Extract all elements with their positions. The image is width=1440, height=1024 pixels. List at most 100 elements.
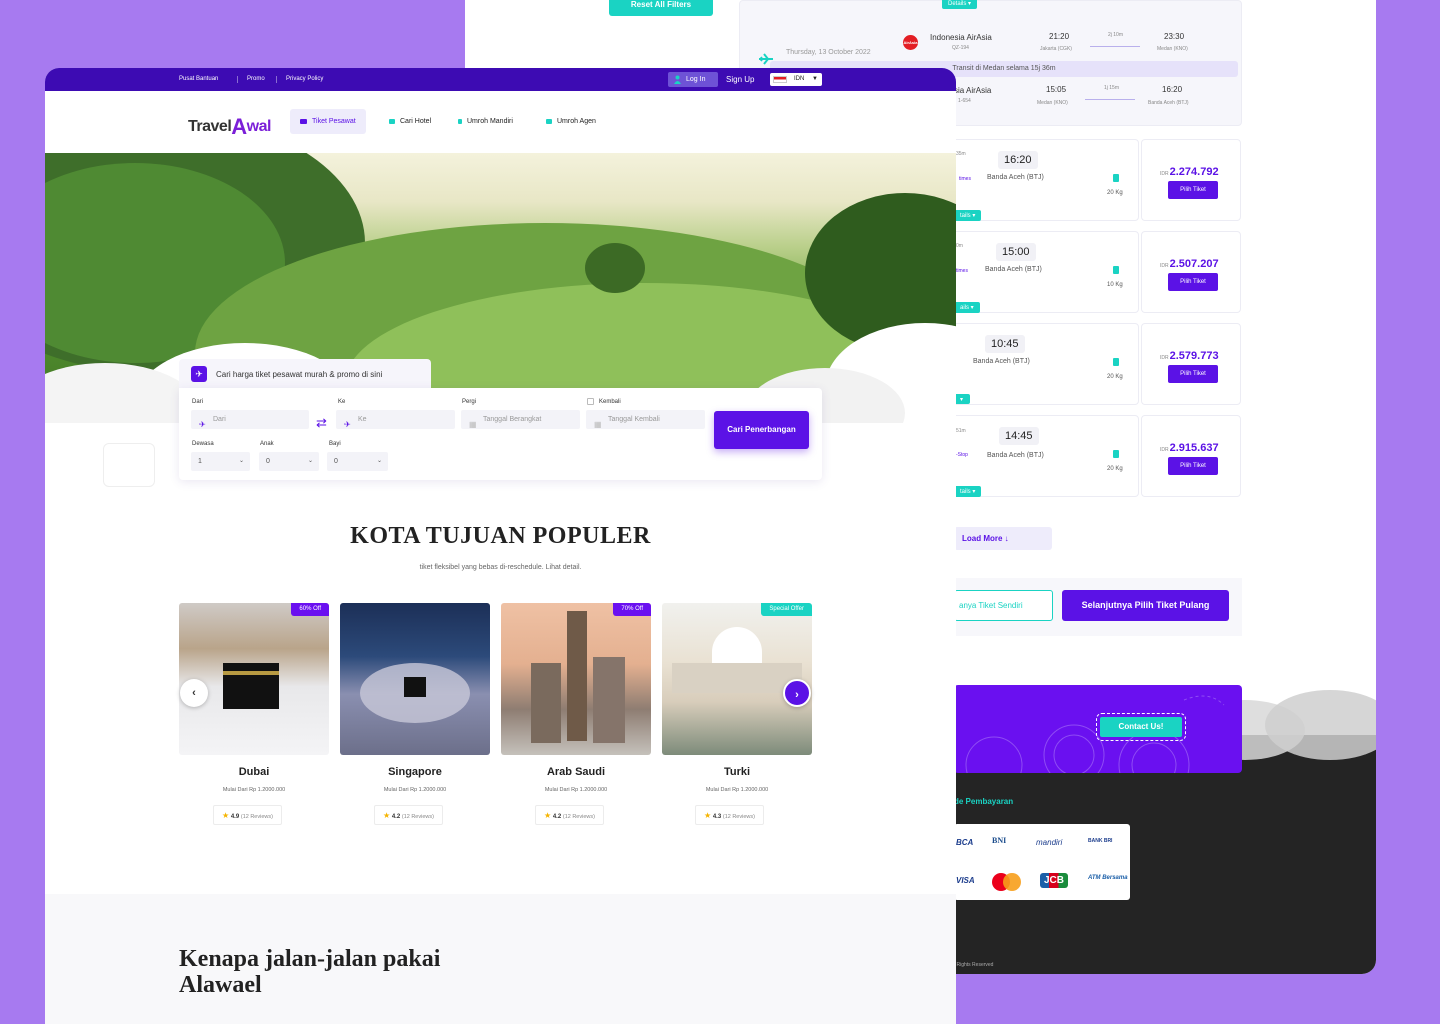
rating-badge: ★ 4.2 (12 Reviews) bbox=[374, 805, 443, 825]
swap-icon[interactable]: ⇄ bbox=[316, 415, 327, 431]
depart-city: Medan (KNO) bbox=[1037, 100, 1068, 106]
reset-filters-button[interactable]: Reset All Filters bbox=[609, 0, 713, 16]
landing-icon: ✈ bbox=[344, 420, 351, 429]
arrive-time: 23:30 bbox=[1164, 32, 1185, 41]
menu-umroh-mandiri[interactable]: Umroh Mandiri bbox=[448, 109, 523, 134]
destination-image bbox=[501, 603, 651, 755]
price-card: IDR2.274.792 Pilih Tiket bbox=[1141, 139, 1241, 221]
return-checkbox[interactable] bbox=[587, 398, 594, 405]
stop-count: times bbox=[956, 268, 968, 274]
price-card: IDR2.915.637 Pilih Tiket bbox=[1141, 415, 1241, 497]
top-bar: Pusat Bantuan Promo Privacy Policy Log I… bbox=[45, 68, 956, 91]
depart-time: 21:20 bbox=[1049, 32, 1070, 41]
arrive-city: Banda Aceh (BTJ) bbox=[1148, 100, 1189, 106]
menu-hotel[interactable]: Cari Hotel bbox=[379, 109, 441, 134]
details-toggle[interactable]: Details ▾ bbox=[942, 0, 978, 9]
destination-price: Mulai Dari Rp 1.2000.000 bbox=[544, 787, 608, 793]
arrive-time: 14:45 bbox=[999, 427, 1039, 445]
to-input[interactable]: ✈ Ke bbox=[336, 410, 455, 429]
jcb-logo: JCB bbox=[1040, 873, 1069, 888]
baggage-allowance: 20 Kg bbox=[1107, 466, 1123, 472]
search-tab[interactable]: ✈ Cari harga tiket pesawat murah & promo… bbox=[179, 359, 431, 388]
destination-name: Arab Saudi bbox=[546, 766, 606, 778]
plane-icon: ✈ bbox=[191, 366, 207, 382]
star-icon: ★ bbox=[383, 811, 391, 820]
language-select[interactable]: IDN ▼ bbox=[770, 73, 822, 86]
arrive-city: Medan (KNO) bbox=[1157, 46, 1188, 52]
signup-link[interactable]: Sign Up bbox=[726, 75, 754, 84]
return-label: Kembali bbox=[599, 399, 621, 405]
payment-methods: BCA BNI mandiri BANK BRI VISA JCB ATM Be… bbox=[954, 824, 1130, 900]
depart-date-input[interactable]: ▦ Tanggal Berangkat bbox=[461, 410, 580, 429]
load-more-button[interactable]: Load More ↓ bbox=[954, 527, 1052, 550]
duration: 2j 10m bbox=[1108, 32, 1124, 38]
popular-destinations-subtitle: tiket fleksibel yang bebas di-reschedule… bbox=[419, 564, 582, 571]
plane-icon bbox=[300, 118, 307, 124]
destination-image bbox=[340, 603, 490, 755]
pick-ticket-button[interactable]: Pilih Tiket bbox=[1168, 365, 1218, 383]
visa-logo: VISA bbox=[956, 876, 975, 885]
details-toggle[interactable]: tails ▾ bbox=[954, 210, 982, 221]
divider bbox=[237, 76, 238, 83]
adult-select[interactable]: 1 ⌄ bbox=[191, 452, 250, 471]
to-label: Ke bbox=[338, 399, 346, 405]
return-date-input[interactable]: ▦ Tanggal Kembali bbox=[586, 410, 705, 429]
from-input[interactable]: ✈ Dari bbox=[191, 410, 309, 429]
rating-badge: ★ 4.9 (12 Reviews) bbox=[213, 805, 282, 825]
infant-select[interactable]: 0 ⌄ bbox=[327, 452, 388, 471]
from-label: Dari bbox=[192, 399, 204, 405]
duration: 35m bbox=[956, 151, 966, 157]
arrive-time: 15:00 bbox=[996, 243, 1036, 261]
promo-link[interactable]: Promo bbox=[247, 76, 265, 82]
route-line bbox=[1090, 46, 1140, 47]
child-select[interactable]: 0 ⌄ bbox=[259, 452, 319, 471]
mastercard-logo bbox=[992, 873, 1022, 891]
divider bbox=[276, 76, 277, 83]
menu-flight-ticket[interactable]: Tiket Pesawat bbox=[290, 109, 366, 134]
pick-ticket-button[interactable]: Pilih Tiket bbox=[1168, 457, 1218, 475]
baggage-icon bbox=[1113, 174, 1119, 182]
login-label: Log In bbox=[686, 76, 706, 83]
destination-price: Mulai Dari Rp 1.2000.000 bbox=[383, 787, 447, 793]
price-card: IDR2.579.773 Pilih Tiket bbox=[1141, 323, 1241, 405]
next-return-ticket-button[interactable]: Selanjutnya Pilih Tiket Pulang bbox=[1062, 590, 1229, 621]
ticket-nav: anya Tiket Sendiri Selanjutnya Pilih Tik… bbox=[954, 578, 1242, 636]
language-label: IDN bbox=[794, 76, 805, 82]
details-toggle[interactable]: ails ▾ bbox=[954, 302, 980, 313]
ticket-price: IDR2.274.792 bbox=[1160, 166, 1219, 178]
own-ticket-button[interactable]: anya Tiket Sendiri bbox=[954, 590, 1053, 621]
details-toggle[interactable]: ▾ bbox=[954, 394, 970, 404]
hotel-icon bbox=[389, 118, 395, 124]
login-button[interactable]: Log In bbox=[668, 72, 718, 87]
airline-name: sia AirAsia bbox=[954, 86, 992, 95]
flight-result-card: 0m times 15:00 Banda Aceh (BTJ) 10 Kg ai… bbox=[943, 231, 1139, 313]
homepage-panel: Pusat Bantuan Promo Privacy Policy Log I… bbox=[45, 68, 956, 1024]
payment-methods-title: de Pembayaran bbox=[954, 797, 1014, 806]
atm-bersama-logo: ATM Bersama bbox=[1088, 875, 1128, 881]
details-toggle[interactable]: tails ▾ bbox=[954, 486, 982, 497]
flight-date: Thursday, 13 October 2022 bbox=[786, 49, 871, 56]
carousel-next-button[interactable]: › bbox=[783, 679, 811, 707]
duration: 0m bbox=[956, 243, 963, 249]
privacy-policy-link[interactable]: Privacy Policy bbox=[286, 76, 323, 82]
star-icon: ★ bbox=[704, 811, 712, 820]
contact-us-button[interactable]: Contact Us! bbox=[1096, 713, 1186, 741]
mandala-pattern bbox=[965, 695, 1225, 773]
pick-ticket-button[interactable]: Pilih Tiket bbox=[1168, 181, 1218, 199]
stop-count: -Stop bbox=[956, 452, 968, 458]
baggage-icon bbox=[1113, 266, 1119, 274]
baggage-icon bbox=[1113, 450, 1119, 458]
brand-logo[interactable]: TravelAwal bbox=[188, 111, 271, 139]
menu-umroh-agen[interactable]: Umroh Agen bbox=[536, 109, 606, 134]
pick-ticket-button[interactable]: Pilih Tiket bbox=[1168, 273, 1218, 291]
route-line bbox=[1085, 99, 1135, 100]
airasia-logo: AirAsia bbox=[903, 35, 918, 50]
flight-code: 1-654 bbox=[958, 98, 971, 104]
chevron-down-icon: ⌄ bbox=[238, 458, 244, 464]
carousel-prev-button[interactable]: ‹ bbox=[180, 679, 208, 707]
arrive-time: 16:20 bbox=[1162, 85, 1183, 94]
special-offer-badge: Special Offer bbox=[761, 603, 812, 616]
chevron-down-icon: ⌄ bbox=[307, 458, 313, 464]
search-flights-button[interactable]: Cari Penerbangan bbox=[714, 411, 809, 449]
help-center-link[interactable]: Pusat Bantuan bbox=[179, 76, 218, 82]
